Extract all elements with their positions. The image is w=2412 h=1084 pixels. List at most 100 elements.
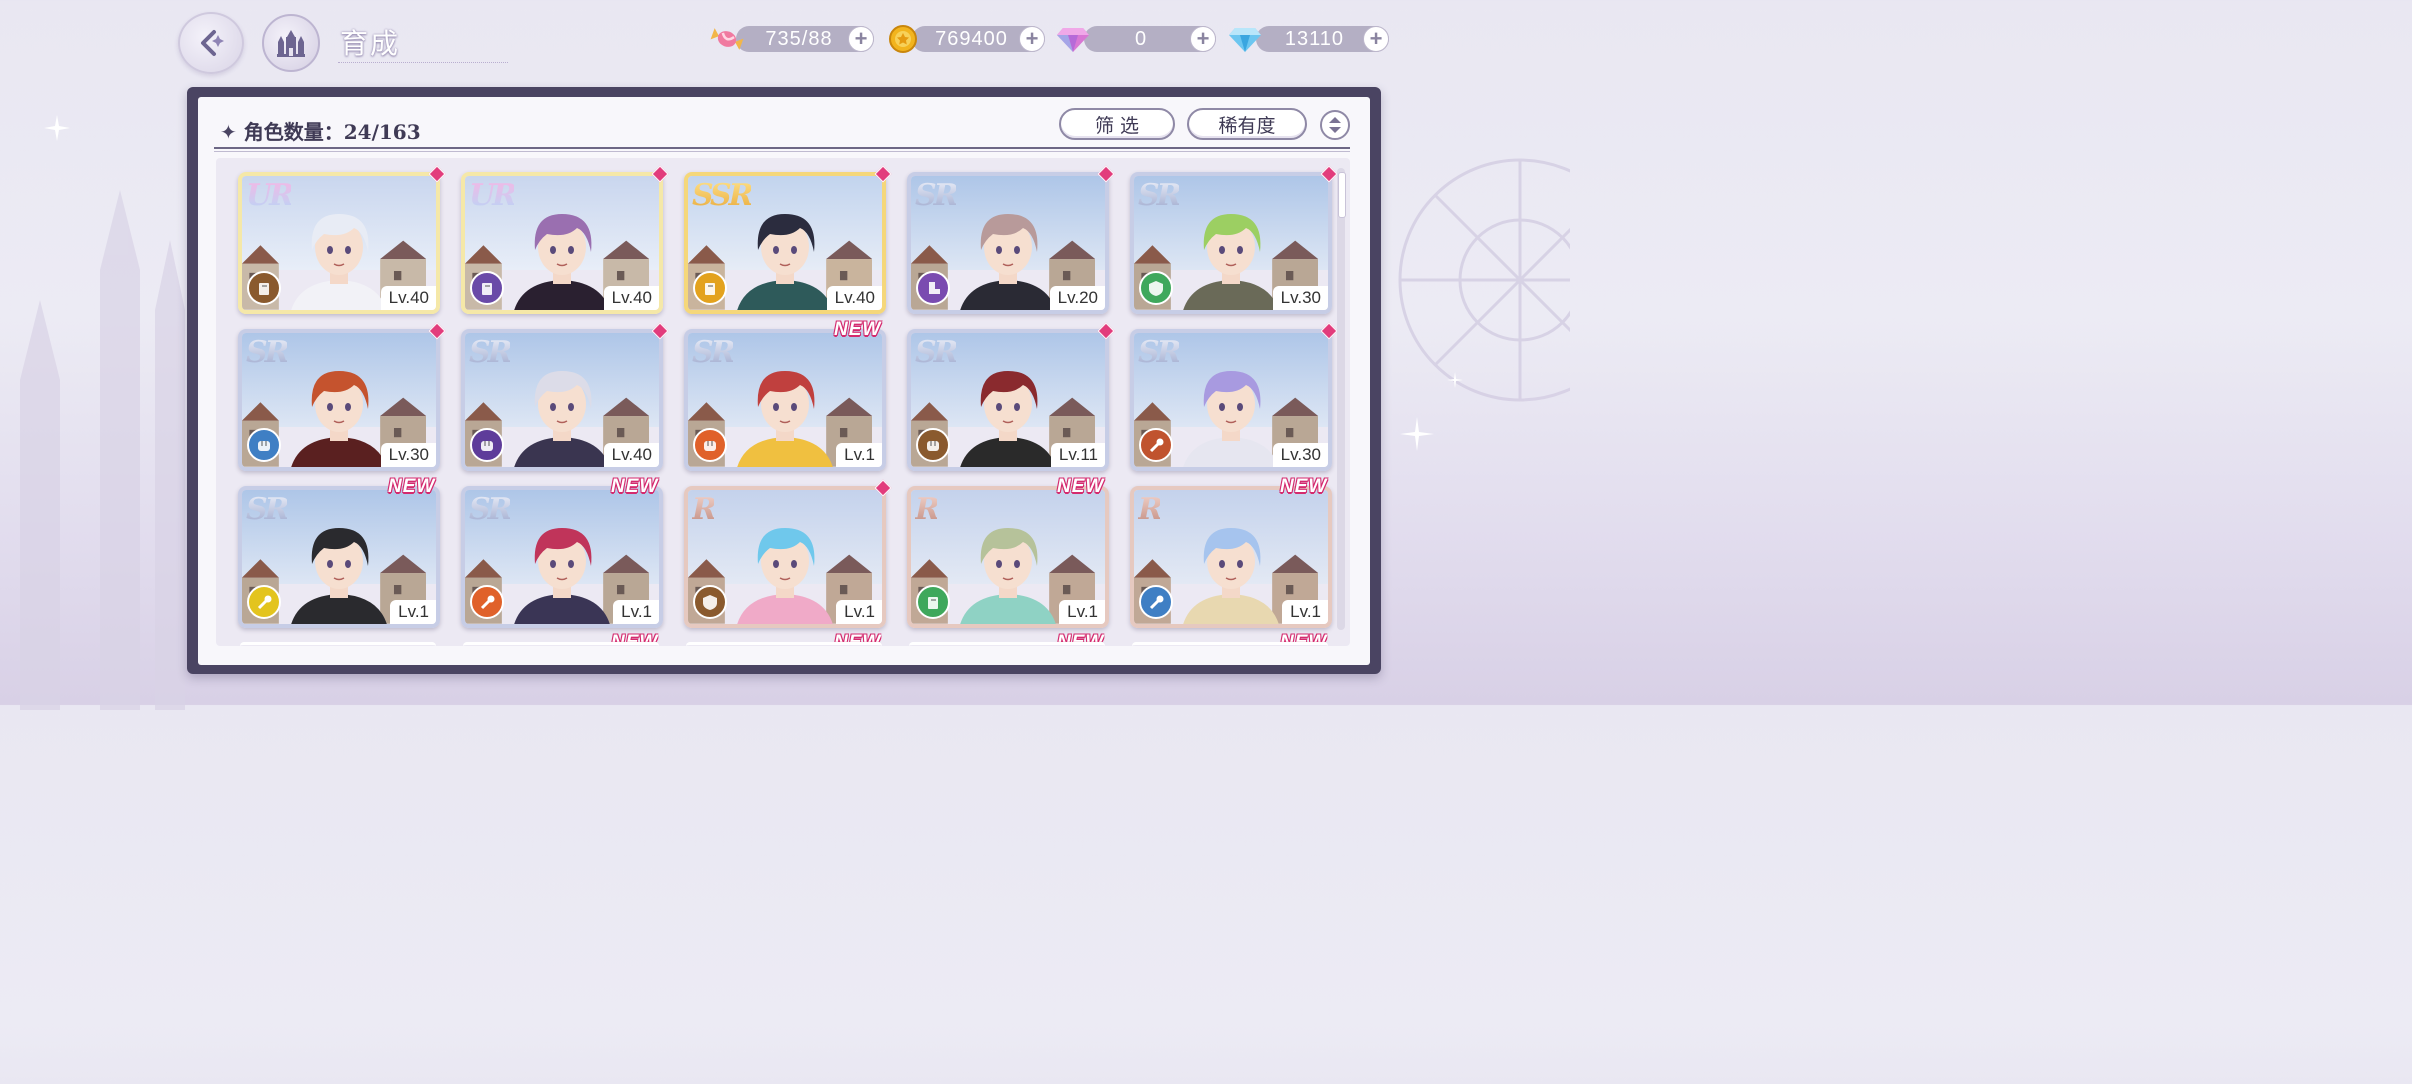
- character-card[interactable]: SR Lv.1: [238, 486, 440, 628]
- header-divider: [214, 147, 1350, 149]
- character-card[interactable]: SR Lv.30: [1130, 329, 1332, 471]
- attribute-fist-icon: [693, 428, 727, 462]
- character-card[interactable]: UR Lv.40: [238, 172, 440, 314]
- level-label: Lv.40: [380, 286, 436, 310]
- currency-pink-gem-value: 0: [1134, 27, 1148, 50]
- character-portrait: [514, 214, 610, 310]
- add-gold-button[interactable]: +: [1019, 26, 1045, 52]
- rarity-badge: SR: [1138, 335, 1182, 370]
- character-portrait: [737, 528, 833, 624]
- pink-gem-icon: [1056, 22, 1090, 56]
- blue-diamond-icon: [1228, 22, 1262, 56]
- character-card[interactable]: R Lv.1: [684, 486, 886, 628]
- rarity-badge: SR: [246, 492, 290, 527]
- rarity-badge: SR: [469, 335, 513, 370]
- attribute-shield-icon: [1139, 271, 1173, 305]
- rarity-badge: SR: [246, 335, 290, 370]
- add-pink-gem-button[interactable]: +: [1190, 26, 1216, 52]
- character-card[interactable]: SR Lv.30: [1130, 172, 1332, 314]
- character-portrait: [1183, 371, 1279, 467]
- character-card[interactable]: SR Lv.11: [907, 329, 1109, 471]
- level-label: Lv.40: [603, 286, 659, 310]
- level-label: Lv.40: [603, 443, 659, 467]
- home-button[interactable]: [262, 14, 320, 72]
- character-portrait: [291, 214, 387, 310]
- level-label: Lv.11: [1050, 443, 1105, 467]
- new-badge: NEW: [1280, 476, 1328, 497]
- gold-coin-icon: [886, 22, 920, 56]
- character-count-text: 角色数量：24/163: [243, 120, 421, 144]
- sort-order-button[interactable]: [1320, 110, 1350, 140]
- attribute-wand-icon: [470, 585, 504, 619]
- next-row-card: [1132, 642, 1328, 651]
- character-portrait: [291, 528, 387, 624]
- list-scrollbar[interactable]: [1337, 168, 1345, 630]
- add-blue-diamond-button[interactable]: +: [1363, 26, 1389, 52]
- new-badge: NEW: [834, 319, 882, 340]
- rarity-badge: SR: [469, 492, 513, 527]
- currency-candy-value: 735/88: [765, 27, 833, 50]
- currency-pink-gem: 0 +: [1084, 26, 1216, 52]
- character-portrait: [960, 371, 1056, 467]
- rarity-badge: SR: [692, 335, 736, 370]
- rarity-badge: R: [1138, 492, 1163, 527]
- level-label: Lv.30: [380, 443, 436, 467]
- attribute-wand-icon: [1139, 585, 1173, 619]
- character-card[interactable]: SSR Lv.40: [684, 172, 886, 314]
- currency-gold: 769400 +: [912, 26, 1045, 52]
- character-portrait: [514, 528, 610, 624]
- currency-gold-value: 769400: [935, 27, 1008, 50]
- character-portrait: [960, 528, 1056, 624]
- filter-button[interactable]: 筛 选: [1059, 108, 1175, 140]
- character-portrait: [960, 214, 1056, 310]
- rarity-badge: SSR: [692, 178, 754, 213]
- character-card[interactable]: SR Lv.30: [238, 329, 440, 471]
- level-label: Lv.1: [1059, 600, 1105, 624]
- rarity-badge: UR: [469, 178, 517, 213]
- attribute-book-icon: [247, 271, 281, 305]
- castle-icon: [277, 30, 305, 57]
- character-portrait: [291, 371, 387, 467]
- rarity-badge: SR: [915, 335, 959, 370]
- rarity-badge: SR: [1138, 178, 1182, 213]
- level-label: Lv.30: [1272, 286, 1328, 310]
- character-card[interactable]: SR Lv.1: [461, 486, 663, 628]
- level-label: Lv.1: [390, 600, 436, 624]
- character-card[interactable]: SR Lv.40: [461, 329, 663, 471]
- back-button[interactable]: [178, 12, 244, 74]
- new-badge: NEW: [1057, 476, 1105, 497]
- character-card[interactable]: UR Lv.40: [461, 172, 663, 314]
- character-card[interactable]: SR Lv.20: [907, 172, 1109, 314]
- title-decoration: [338, 44, 508, 63]
- attribute-fist-icon: [916, 428, 950, 462]
- character-card[interactable]: R Lv.1: [1130, 486, 1332, 628]
- rarity-badge: R: [915, 492, 940, 527]
- list-scrollbar-thumb[interactable]: [1338, 172, 1346, 218]
- character-portrait: [737, 214, 833, 310]
- character-portrait: [737, 371, 833, 467]
- rarity-badge: SR: [915, 178, 959, 213]
- next-row-card: [240, 642, 436, 651]
- attribute-wand-icon: [247, 585, 281, 619]
- attribute-book-icon: [916, 585, 950, 619]
- rarity-sort-button[interactable]: 稀有度: [1187, 108, 1307, 140]
- character-card[interactable]: R Lv.1: [907, 486, 1109, 628]
- next-row-card: [909, 642, 1105, 651]
- sparkle-icon: [1447, 372, 1463, 388]
- currency-candy: 735/88 +: [736, 26, 874, 52]
- add-candy-button[interactable]: +: [848, 26, 874, 52]
- character-portrait: [1183, 214, 1279, 310]
- level-label: Lv.1: [836, 600, 882, 624]
- back-arrow-icon: [201, 30, 224, 56]
- currency-blue-diamond-value: 13110: [1284, 27, 1345, 50]
- sort-arrows-icon: [1329, 117, 1341, 133]
- candy-icon: [710, 22, 744, 56]
- character-count: ✦ 角色数量：24/163: [220, 116, 421, 145]
- next-row-card: [686, 642, 882, 651]
- attribute-fist-icon: [247, 428, 281, 462]
- header-divider-thin: [214, 151, 1350, 152]
- rarity-badge: UR: [246, 178, 294, 213]
- character-card[interactable]: SR Lv.1: [684, 329, 886, 471]
- character-portrait: [514, 371, 610, 467]
- attribute-book-icon: [693, 271, 727, 305]
